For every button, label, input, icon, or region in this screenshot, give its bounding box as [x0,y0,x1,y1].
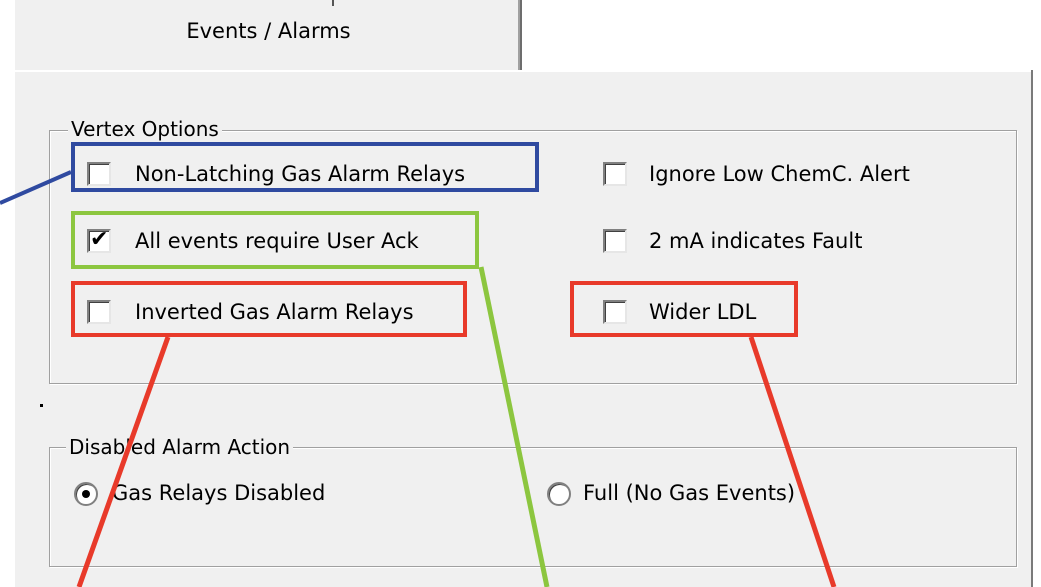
annotation-lines [0,170,837,587]
callout-line-blue [0,170,72,205]
callout-line-red-left [76,336,171,587]
callout-line-red-right [748,336,837,587]
callout-line-green [478,266,550,587]
